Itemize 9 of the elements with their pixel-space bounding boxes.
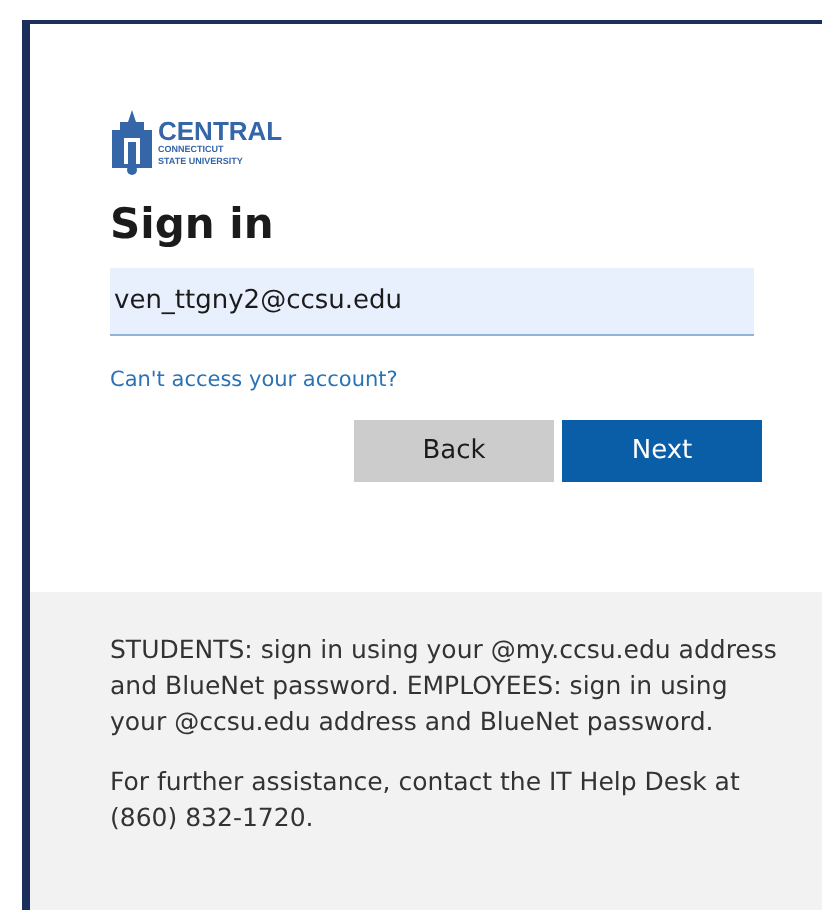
back-button[interactable]: Back bbox=[354, 420, 554, 482]
info-text: For further assistance, contact the IT Help Desk at (860) 832-1720. bbox=[110, 764, 742, 836]
account-help-link[interactable]: Can't access your account? bbox=[110, 368, 398, 392]
next-button[interactable]: Next bbox=[562, 420, 762, 482]
info-text: STUDENTS: sign in using your @my.ccsu.edu address and BlueNet password. EMPLOYEES: sign in using your @ccsu.edu address and BlueNet password. bbox=[110, 632, 779, 740]
building-icon bbox=[110, 108, 154, 176]
logo-name: CENTRAL bbox=[158, 117, 283, 143]
email-field[interactable]: ven_ttgny2@ccsu.edu bbox=[110, 268, 754, 336]
page-title: Sign in bbox=[110, 200, 276, 248]
